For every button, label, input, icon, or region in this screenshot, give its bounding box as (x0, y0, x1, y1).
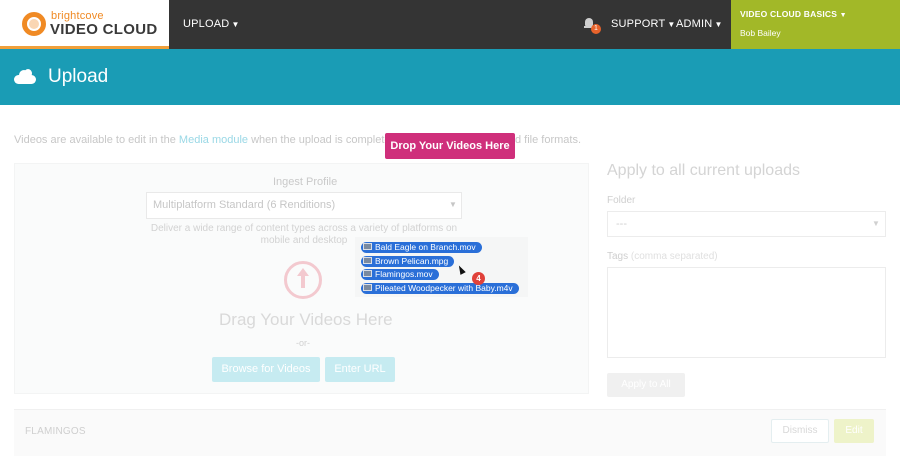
media-module-link[interactable]: Media module (179, 134, 248, 146)
video-file-icon (363, 270, 372, 277)
caret-down-icon: ▼ (714, 20, 723, 29)
nav-upload[interactable]: UPLOAD ▼ (183, 0, 240, 49)
video-file-icon (363, 243, 372, 250)
tags-label: Tags (comma separated) (607, 251, 718, 262)
caret-down-icon: ▼ (231, 20, 240, 29)
upload-file-name: FLAMINGOS (25, 426, 86, 437)
apply-to-all-button[interactable]: Apply to All (607, 373, 685, 397)
video-file-icon (363, 257, 372, 264)
upload-row (14, 409, 886, 456)
caret-down-icon: ▼ (839, 12, 847, 19)
nav-admin-label: ADMIN (676, 18, 713, 30)
account-user: Bob Bailey (740, 28, 781, 38)
ingest-profile-label: Ingest Profile (273, 176, 338, 188)
dragged-file: Pileated Woodpecker with Baby.m4v (361, 283, 519, 294)
nav-upload-label: UPLOAD (183, 18, 230, 30)
drop-videos-target[interactable]: Drop Your Videos Here (385, 133, 515, 159)
nav-admin[interactable]: ADMIN ▼ (676, 0, 723, 49)
tags-label-text: Tags (607, 251, 629, 262)
info-tail: d file formats. (515, 134, 582, 146)
tags-hint: (comma separated) (630, 251, 718, 262)
brand-main: VIDEO CLOUD (50, 21, 158, 38)
ingest-profile-select[interactable]: Multiplatform Standard (6 Renditions) (146, 192, 462, 219)
select-arrow-icon: ▼ (449, 200, 457, 209)
nav-support[interactable]: SUPPORT ▼ (611, 0, 676, 49)
cloud-icon (14, 69, 36, 84)
edit-button[interactable]: Edit (834, 419, 874, 443)
brightcove-logo-icon (22, 12, 46, 36)
enter-url-button[interactable]: Enter URL (325, 357, 395, 382)
dragged-file: Brown Pelican.mpg (361, 256, 455, 267)
brand-logo[interactable]: brightcove VIDEO CLOUD (0, 0, 169, 49)
nav-support-label: SUPPORT (611, 18, 666, 30)
dismiss-button[interactable]: Dismiss (771, 419, 829, 443)
caret-down-icon: ▼ (667, 20, 676, 29)
folder-label: Folder (607, 195, 636, 206)
or-divider: -or- (296, 338, 310, 348)
page-title: Upload (48, 66, 109, 87)
browse-videos-button[interactable]: Browse for Videos (212, 357, 320, 382)
upload-arrow-head (297, 268, 309, 276)
dragged-file: Flamingos.mov (361, 269, 439, 280)
account-title: VIDEO CLOUD BASICS ▼ (740, 9, 847, 19)
select-arrow-icon: ▼ (872, 219, 880, 228)
tags-input[interactable] (607, 267, 886, 358)
drag-count-badge: 4 (472, 272, 485, 285)
dragged-file: Bald Eagle on Branch.mov (361, 242, 482, 253)
info-text: Videos are available to edit in the Medi… (14, 134, 410, 146)
video-file-icon (363, 284, 372, 291)
notification-badge: 1 (591, 24, 601, 34)
apply-all-title: Apply to all current uploads (607, 162, 800, 179)
folder-select[interactable]: --- (607, 211, 886, 237)
page-banner (0, 49, 900, 105)
upload-arrow-stem (301, 276, 305, 288)
info-prefix: Videos are available to edit in the (14, 134, 179, 146)
account-menu[interactable]: VIDEO CLOUD BASICS ▼ Bob Bailey (731, 0, 900, 49)
drag-videos-title: Drag Your Videos Here (219, 310, 393, 329)
